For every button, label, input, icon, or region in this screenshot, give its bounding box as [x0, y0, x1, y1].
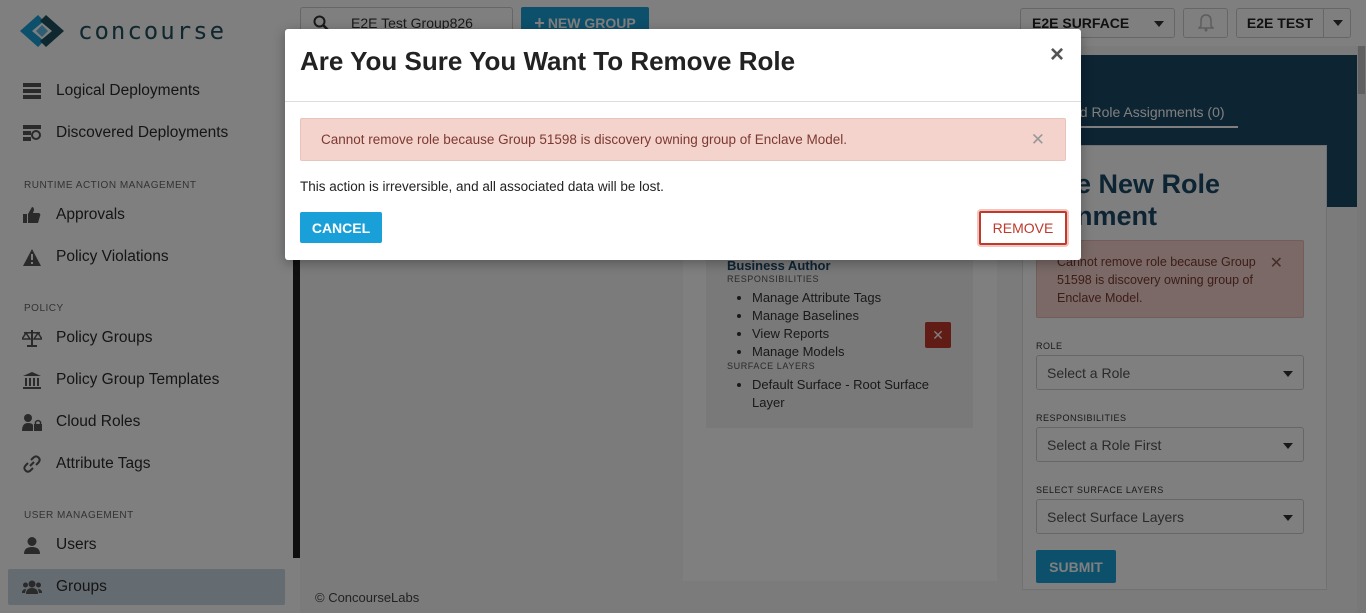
cancel-button[interactable]: CANCEL	[300, 212, 382, 243]
close-icon[interactable]: ✕	[1031, 130, 1045, 150]
dialog-error-alert: Cannot remove role because Group 51598 i…	[300, 118, 1066, 161]
remove-button[interactable]: REMOVE	[979, 211, 1067, 245]
dialog-title: Are You Sure You Want To Remove Role	[300, 46, 796, 76]
alert-text: Cannot remove role because Group 51598 i…	[321, 132, 848, 147]
dialog-message: This action is irreversible, and all ass…	[300, 179, 664, 194]
remove-role-dialog: Are You Sure You Want To Remove Role × C…	[285, 29, 1081, 260]
dialog-divider	[285, 101, 1081, 102]
close-icon[interactable]: ×	[1047, 41, 1067, 68]
